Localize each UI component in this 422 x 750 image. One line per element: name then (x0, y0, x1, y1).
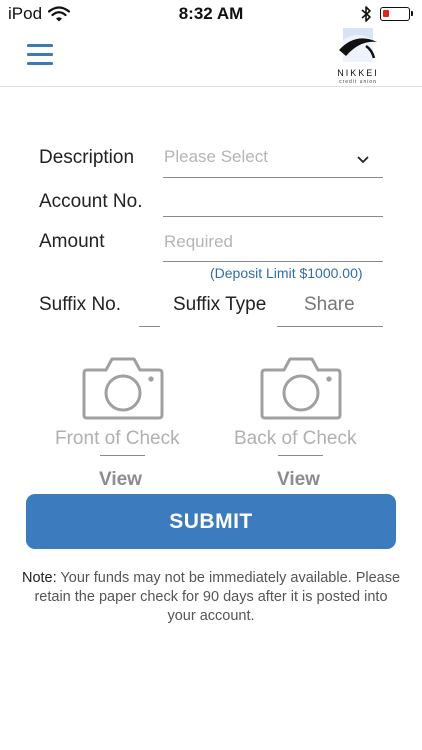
back-camera-icon[interactable] (260, 356, 342, 425)
amount-input[interactable]: Required (163, 226, 383, 262)
battery-icon (380, 7, 413, 21)
back-view-button[interactable]: View (277, 469, 320, 491)
logo-mark-icon (339, 28, 377, 62)
chevron-down-icon (357, 151, 369, 169)
description-select[interactable]: Please Select (163, 141, 383, 178)
note-prefix: Note: (21, 570, 57, 586)
account-no-label: Account No. (39, 191, 143, 212)
front-check-divider (100, 455, 145, 456)
note-text: Note: Your funds may not be immediately … (20, 569, 402, 626)
front-view-button[interactable]: View (99, 469, 142, 491)
back-of-check-label: Back of Check (234, 428, 357, 449)
suffix-type-value: Share (304, 294, 355, 315)
suffix-type-field[interactable]: Share (277, 290, 383, 327)
account-no-input[interactable] (163, 184, 383, 217)
deposit-limit-hint: (Deposit Limit $1000.00) (210, 265, 363, 281)
note-body: Your funds may not be immediately availa… (34, 570, 401, 624)
amount-label: Amount (39, 231, 105, 252)
suffix-no-input[interactable] (139, 292, 160, 327)
description-placeholder: Please Select (164, 147, 268, 166)
suffix-type-label: Suffix Type (173, 294, 267, 315)
nav-bar: NIKKEI credit union (0, 28, 422, 87)
front-of-check-label: Front of Check (55, 428, 180, 449)
amount-placeholder: Required (164, 232, 233, 251)
logo-name: NIKKEI (337, 68, 379, 78)
back-check-divider (278, 455, 323, 456)
submit-button[interactable]: SUBMIT (26, 494, 396, 549)
bluetooth-icon (360, 5, 372, 28)
suffix-no-label: Suffix No. (39, 294, 122, 315)
logo-subtitle: credit union (339, 79, 377, 85)
menu-icon[interactable] (27, 44, 53, 66)
front-camera-icon[interactable] (82, 356, 164, 425)
description-label: Description (39, 147, 135, 168)
nikkei-logo: NIKKEI credit union (332, 28, 384, 86)
status-bar: iPod 8:32 AM (0, 0, 422, 28)
clock: 8:32 AM (178, 4, 244, 23)
